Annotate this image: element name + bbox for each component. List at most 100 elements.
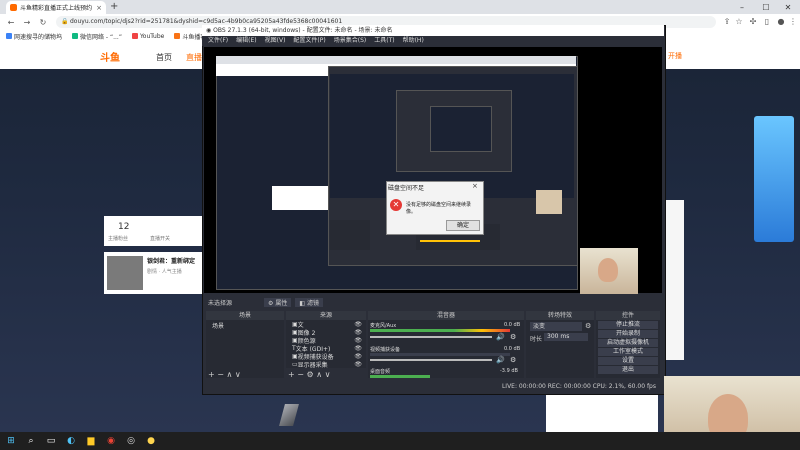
mixer-db: -3.9 dB xyxy=(500,368,518,374)
hot-label: 直播开关 xyxy=(150,236,171,242)
windows-icon[interactable]: ⊞ xyxy=(4,432,18,450)
no-source-label: 未选择源 xyxy=(208,299,233,307)
app-icon[interactable]: ● xyxy=(144,432,158,450)
browser-tab[interactable]: 斗鱼精彩直播正式上线预约 × xyxy=(6,1,106,14)
forward-icon[interactable]: → xyxy=(20,14,34,30)
visibility-icon[interactable]: 👁 xyxy=(354,321,362,328)
obs-title-text: OBS 27.1.3 (64-bit, windows) - 配置文件: 未命名… xyxy=(213,27,393,34)
dialog-title: 磁盘空间不足 xyxy=(388,185,425,192)
bookmark-icon xyxy=(6,33,12,39)
obs-status-bar: LIVE: 00:00:00 REC: 00:00:00 CPU: 2.1%, … xyxy=(204,381,662,391)
virtual-camera-button[interactable]: 启动虚拟摄像机 xyxy=(598,339,658,347)
douyu-logo[interactable]: 斗鱼 xyxy=(100,49,120,64)
menu-view[interactable]: 视图(V) xyxy=(265,36,286,46)
mixer-channel-name: 麦克风/Aux xyxy=(370,323,397,329)
share-icon[interactable]: ⇪ xyxy=(722,16,732,26)
bookmark-item[interactable]: 微信网络 - “...” xyxy=(72,32,122,41)
bookmark-icon xyxy=(72,33,79,39)
nested-meter xyxy=(420,240,480,242)
scene-item[interactable]: 场景 xyxy=(206,320,284,330)
visibility-icon[interactable]: 👁 xyxy=(354,345,362,352)
follow-label: 主播粉丝 xyxy=(108,236,129,242)
new-tab-button[interactable]: + xyxy=(110,1,118,12)
menu-profile[interactable]: 配置文件(P) xyxy=(293,36,325,46)
maximize-icon[interactable]: ☐ xyxy=(754,0,778,14)
volume-slider[interactable] xyxy=(370,359,492,361)
visibility-icon[interactable]: 👁 xyxy=(354,353,362,360)
start-recording-button[interactable]: 开始录制 xyxy=(598,330,658,338)
nav-home[interactable]: 首页 xyxy=(156,52,172,63)
gear-icon: ⚙ xyxy=(268,299,274,307)
menu-file[interactable]: 文件(F) xyxy=(208,36,228,46)
mixer-channel-name: 视频捕获设备 xyxy=(370,347,401,353)
back-icon[interactable]: ← xyxy=(4,14,18,30)
browser-tab-bar xyxy=(0,0,800,14)
visibility-icon[interactable]: 👁 xyxy=(354,337,362,344)
url-text: douyu.com/topic/djs2?rid=251781&dyshid=c… xyxy=(70,18,343,25)
mixer-gear-icon[interactable]: ⚙ xyxy=(510,333,516,341)
menu-help[interactable]: 帮助(H) xyxy=(403,36,424,46)
windows-taskbar xyxy=(0,432,800,450)
nested-webcam xyxy=(536,190,562,214)
menu-scene-collection[interactable]: 场景集合(S) xyxy=(334,36,367,46)
search-icon[interactable]: ⌕ xyxy=(24,432,38,450)
folder-icon[interactable]: ▆ xyxy=(84,432,98,450)
volume-slider[interactable] xyxy=(370,336,492,338)
properties-button[interactable]: ⚙ 属性 xyxy=(264,297,292,307)
duration-input[interactable]: 300 ms xyxy=(544,333,588,341)
transitions-dock-header: 转场特效 xyxy=(526,311,594,320)
edge-icon[interactable]: ◐ xyxy=(64,432,78,450)
nav-live[interactable]: 直播 xyxy=(186,52,202,63)
reload-icon[interactable]: ↻ xyxy=(36,14,50,30)
task-view-icon[interactable]: ▭ xyxy=(44,432,58,450)
transition-select[interactable]: 淡变 xyxy=(530,322,582,331)
close-window-icon[interactable]: ✕ xyxy=(776,0,800,14)
menu-icon[interactable]: ⋮ xyxy=(788,16,798,26)
promo-sidebar[interactable] xyxy=(754,116,794,242)
obs-icon[interactable]: ◎ xyxy=(124,432,138,450)
bookmark-item[interactable]: YouTube xyxy=(131,33,164,40)
menu-tools[interactable]: 工具(T) xyxy=(374,36,394,46)
person-small xyxy=(598,258,618,282)
scenes-dock-header: 场景 xyxy=(206,311,284,320)
stop-streaming-button[interactable]: 停止推流 xyxy=(598,321,658,329)
sidebar-icon[interactable]: ▯ xyxy=(762,16,772,26)
mixer-db: 0.0 dB xyxy=(504,346,521,352)
douyu-favicon-icon xyxy=(10,4,17,11)
tab-close-icon[interactable]: × xyxy=(96,4,102,12)
obs-logo-icon: ◉ xyxy=(206,27,212,34)
chrome-icon[interactable]: ◉ xyxy=(104,432,118,450)
settings-button[interactable]: 设置 xyxy=(598,357,658,365)
speaker-icon[interactable]: 🔊 xyxy=(496,333,505,341)
studio-mode-button[interactable]: 工作室模式 xyxy=(598,348,658,356)
audio-meter xyxy=(370,375,430,378)
dialog-ok-button[interactable]: 确定 xyxy=(446,220,480,231)
filter-icon: ◧ xyxy=(299,299,306,307)
nested-obs-3 xyxy=(430,106,492,152)
dialog-close-icon[interactable]: × xyxy=(472,182,478,190)
obs-titlebar: ◉ OBS 27.1.3 (64-bit, windows) - 配置文件: 未… xyxy=(202,25,664,36)
profile-icon[interactable]: ● xyxy=(776,16,786,26)
tab-title: 斗鱼精彩直播正式上线预约 xyxy=(20,5,93,12)
controls-dock-header: 控件 xyxy=(596,311,660,320)
bookmark-item[interactable]: 网速搜寻的储物坞 xyxy=(6,32,62,41)
menu-edit[interactable]: 编辑(E) xyxy=(236,36,256,46)
star-icon[interactable]: ☆ xyxy=(734,16,744,26)
minimize-icon[interactable]: – xyxy=(730,0,754,14)
mixer-gear-icon[interactable]: ⚙ xyxy=(510,356,516,364)
add-transition-icon[interactable]: ⚙ xyxy=(585,322,591,330)
exit-button[interactable]: 退出 xyxy=(598,366,658,374)
streamer-name: 银剑君：重新绑定 xyxy=(147,258,196,265)
extensions-icon[interactable]: ✣ xyxy=(748,16,758,26)
start-broadcast-button[interactable]: 开播 xyxy=(668,51,682,61)
scene-add-icon[interactable]: + − ∧ ∨ xyxy=(208,370,241,379)
source-add-icon[interactable]: + − ⚙ ∧ ∨ xyxy=(288,370,330,379)
visibility-icon[interactable]: 👁 xyxy=(354,361,362,368)
status-text: LIVE: 00:00:00 REC: 00:00:00 CPU: 2.1%, … xyxy=(501,382,656,390)
source-item[interactable]: ▭ 显示器采集 👁 xyxy=(286,360,366,369)
error-icon: ✕ xyxy=(390,199,402,211)
visibility-icon[interactable]: 👁 xyxy=(354,329,362,336)
speaker-icon[interactable]: 🔊 xyxy=(496,356,505,364)
source-toolbar: 未选择源 ⚙ 属性 ◧ 滤镜 xyxy=(204,296,662,308)
filters-button[interactable]: ◧ 滤镜 xyxy=(295,297,323,307)
